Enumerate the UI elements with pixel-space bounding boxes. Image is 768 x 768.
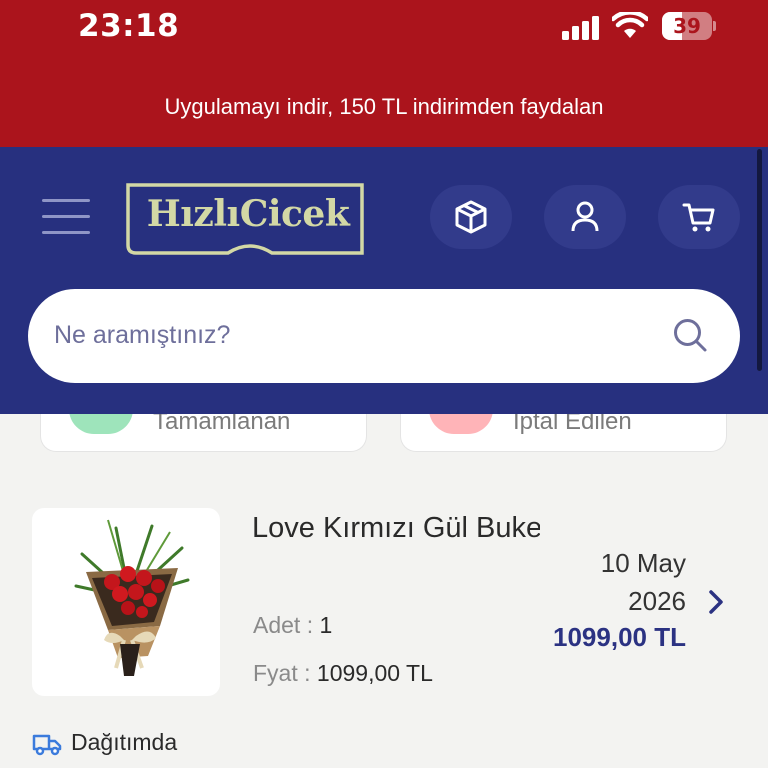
rose-bouquet-image: [74, 519, 190, 676]
site-header: HızlıCicek: [0, 147, 768, 414]
unit-price-value: 1099,00 TL: [316, 660, 433, 686]
app-promo-banner[interactable]: Uygulamayı indir, 150 TL indirimden fayd…: [0, 56, 768, 147]
account-button[interactable]: [544, 185, 626, 249]
search-input[interactable]: [54, 317, 614, 353]
quantity-row: Adet : 1: [253, 612, 332, 639]
wifi-icon: [612, 12, 648, 38]
status-dot: [429, 414, 493, 434]
order-date: 10 May 2026: [600, 548, 686, 616]
unit-price-row: Fyat : 1099,00 TL: [253, 660, 433, 687]
battery-percentage: 39: [673, 14, 701, 38]
battery-icon: 39: [662, 12, 716, 42]
quantity-label: Adet :: [253, 612, 314, 638]
package-icon: [455, 200, 487, 234]
quantity-value: 1: [319, 612, 333, 638]
filter-label: Tamamlanan: [153, 414, 291, 435]
search-bar: [28, 289, 740, 383]
user-icon: [571, 201, 599, 232]
status-bar: 23:18 39: [0, 0, 768, 56]
menu-button[interactable]: [42, 199, 92, 235]
truck-icon: [32, 734, 62, 756]
cart-icon: [682, 203, 715, 232]
unit-price-label: Fyat :: [253, 660, 311, 686]
signal-icon: [562, 16, 599, 40]
product-name[interactable]: Love Kırmızı Gül Buketi: [252, 512, 540, 552]
promo-text: Uygulamayı indir, 150 TL indirimden fayd…: [164, 94, 604, 119]
header-scrollbar[interactable]: [757, 149, 762, 371]
search-icon[interactable]: [672, 317, 708, 353]
filter-completed[interactable]: Tamamlanan: [40, 414, 367, 452]
orders-button[interactable]: [430, 185, 512, 249]
delivery-status-label: Dağıtımda: [71, 729, 178, 755]
filter-cancelled[interactable]: İptal Edilen: [400, 414, 727, 452]
status-dot: [69, 414, 133, 434]
product-image[interactable]: [32, 508, 220, 696]
brand-logo[interactable]: HızlıCicek: [126, 183, 370, 255]
cart-button[interactable]: [658, 185, 740, 249]
order-price: 1099,00 TL: [553, 622, 686, 652]
logo-text: HızlıCicek: [146, 193, 350, 235]
status-time: 23:18: [78, 8, 180, 44]
chevron-right-icon[interactable]: [704, 588, 728, 616]
filter-label: İptal Edilen: [513, 414, 632, 435]
